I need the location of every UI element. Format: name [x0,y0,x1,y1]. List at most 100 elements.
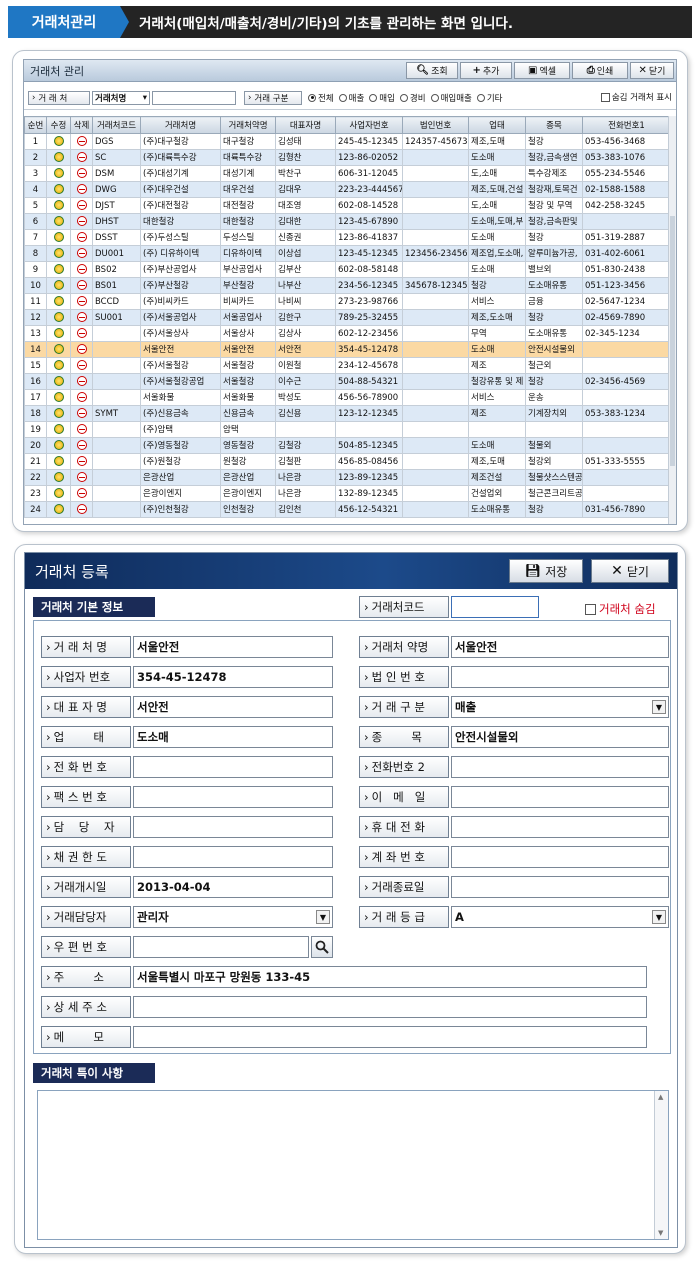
scroll-thumb[interactable] [670,216,675,466]
delete-icon[interactable] [76,152,87,162]
delete-icon[interactable] [76,392,87,402]
edit-icon[interactable] [53,376,64,386]
table-cell[interactable] [46,229,71,246]
edit-icon[interactable] [53,472,64,482]
phone-field[interactable] [133,756,333,778]
chevron-down-icon[interactable]: ▼ [652,700,666,714]
table-row[interactable]: 7 DSST (주)두성스틸 두성스틸 신종권 123-86-41837 도소매 철강 051-… [24,229,668,246]
delete-icon[interactable] [76,344,87,354]
table-row[interactable]: 19 (주)암택 암택 [24,421,668,438]
delete-icon[interactable] [76,200,87,210]
table-cell[interactable] [70,437,93,454]
excel-button[interactable]: ▣ 엑셀 [514,62,570,79]
table-cell[interactable] [46,485,71,502]
delete-icon[interactable] [76,376,87,386]
edit-icon[interactable] [53,136,64,146]
client-filter-input[interactable] [152,90,236,105]
table-row[interactable]: 14 서울안전 서울안전 서안전 354-45-12478 도소매 안전시설물외 [24,341,668,358]
table-cell[interactable] [46,181,71,198]
delete-icon[interactable] [76,424,87,434]
table-cell[interactable] [46,421,71,438]
table-cell[interactable] [46,325,71,342]
edit-icon[interactable] [53,440,64,450]
column-header[interactable]: 대표자명 [275,116,336,134]
table-cell[interactable] [46,309,71,326]
table-row[interactable]: 24 (주)인천철강 인천철강 김인천 456-12-54321 도소매유통 철강 031-4… [24,501,668,518]
table-row[interactable]: 9 BS02 (주)부산공업사 부산공업사 김부산 602-08-58148 도소매 밸브외 0… [24,261,668,278]
table-row[interactable]: 8 DU001 (주) 디유하이텍 디유하이텍 이상섭 123-45-12345 12345… [24,245,668,262]
business-field[interactable]: 도소매 [133,726,333,748]
table-cell[interactable] [46,197,71,214]
short-name-field[interactable]: 서울안전 [451,636,669,658]
column-header[interactable]: 업태 [468,116,526,134]
edit-icon[interactable] [53,344,64,354]
column-header[interactable]: 종목 [525,116,583,134]
credit-field[interactable] [133,846,333,868]
zip-field[interactable] [133,936,309,958]
column-header[interactable]: 거래처명 [140,116,221,134]
delete-icon[interactable] [76,280,87,290]
grid-scrollbar[interactable] [668,116,676,524]
address-detail-field[interactable] [133,996,647,1018]
edit-icon[interactable] [53,504,64,514]
table-cell[interactable] [70,197,93,214]
edit-icon[interactable] [53,488,64,498]
delete-icon[interactable] [76,312,87,322]
edit-icon[interactable] [53,312,64,322]
delete-icon[interactable] [76,248,87,258]
table-cell[interactable] [70,501,93,518]
table-cell[interactable] [70,309,93,326]
delete-icon[interactable] [76,440,87,450]
trade-manager-field[interactable]: 관리자 ▼ [133,906,333,928]
mobile-field[interactable] [451,816,669,838]
type-radio-0[interactable]: 전체 [308,92,334,104]
search-button[interactable]: 🔍︎ 조회 [406,62,458,79]
type-radio-3[interactable]: 경비 [399,92,426,104]
table-cell[interactable] [70,245,93,262]
column-header[interactable]: 전화번호1 [582,116,668,134]
client-filter-select[interactable]: 거래처명 ▾ [92,90,150,105]
table-cell[interactable] [70,165,93,182]
table-cell[interactable] [46,213,71,230]
table-row[interactable]: 5 DJST (주)대전철강 대전철강 대조영 602-08-14528 도,소매 철강 및 … [24,197,668,214]
table-cell[interactable] [70,469,93,486]
chevron-down-icon[interactable]: ▼ [652,910,666,924]
end-date-field[interactable] [451,876,669,898]
table-row[interactable]: 23 은광이엔지 은광이엔지 나은광 132-89-12345 건설업외 철근콘크리트공 [24,485,668,502]
address-field[interactable]: 서울특별시 마포구 망원동 133-45 [133,966,647,988]
table-cell[interactable] [70,405,93,422]
account-field[interactable] [451,846,669,868]
table-cell[interactable] [70,453,93,470]
column-header[interactable]: 삭제 [70,116,93,134]
edit-icon[interactable] [53,456,64,466]
edit-icon[interactable] [53,200,64,210]
edit-icon[interactable] [53,232,64,242]
edit-icon[interactable] [53,152,64,162]
table-cell[interactable] [46,133,71,150]
table-row[interactable]: 1 DGS (주)대구철강 대구철강 김성태 245-45-12345 124357-456… [24,133,668,150]
table-cell[interactable] [46,357,71,374]
table-cell[interactable] [70,357,93,374]
column-header[interactable]: 수정 [46,116,71,134]
memo-field[interactable] [133,1026,647,1048]
delete-icon[interactable] [76,264,87,274]
table-row[interactable]: 22 은광산업 은광산업 나은광 123-89-12345 제조건설 철물샷스스텐공 [24,469,668,486]
table-cell[interactable] [46,149,71,166]
notes-scrollbar[interactable]: ▲ ▼ [654,1091,668,1239]
edit-icon[interactable] [53,296,64,306]
chevron-down-icon[interactable]: ▼ [316,910,330,924]
edit-icon[interactable] [53,280,64,290]
email-field[interactable] [451,786,669,808]
delete-icon[interactable] [76,184,87,194]
table-row[interactable]: 10 BS01 (주)부산철강 부산철강 나부산 234-56-12345 345678-1… [24,277,668,294]
table-row[interactable]: 4 DWG (주)대우건설 대우건설 김대우 223-23-444567 제조,도매,건설 철… [24,181,668,198]
table-cell[interactable] [70,341,93,358]
table-cell[interactable] [46,469,71,486]
table-cell[interactable] [70,389,93,406]
type-radio-2[interactable]: 매입 [369,92,395,104]
column-header[interactable]: 순번 [24,116,47,134]
type-radio-5[interactable]: 기타 [476,92,502,104]
print-button[interactable]: ⎙ 인쇄 [572,62,628,79]
edit-icon[interactable] [53,424,64,434]
fax-field[interactable] [133,786,333,808]
